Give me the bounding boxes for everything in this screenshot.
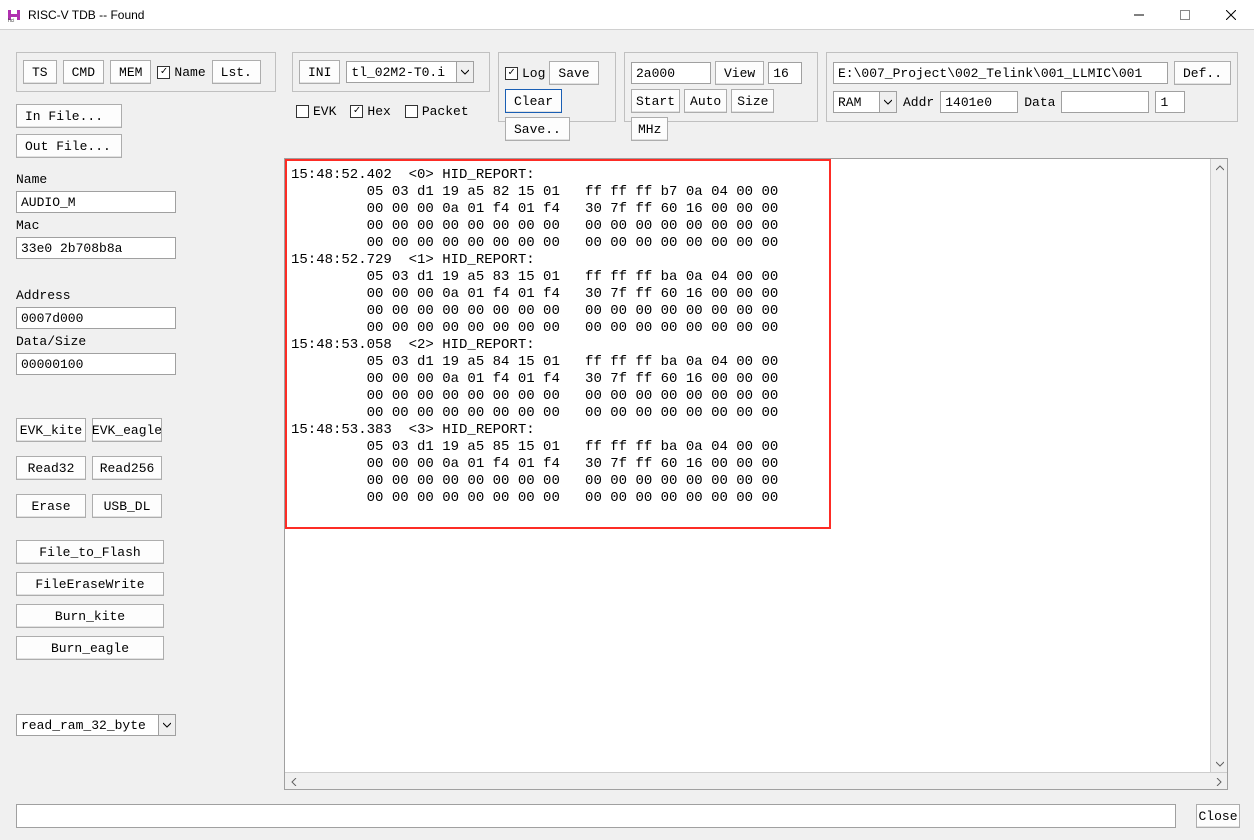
horizontal-scrollbar[interactable] — [285, 772, 1227, 789]
lst-button[interactable]: Lst. — [212, 60, 261, 84]
region-combo[interactable]: RAM — [833, 91, 897, 113]
mem-trailing-input[interactable] — [1155, 91, 1185, 113]
hex-checkbox[interactable]: ✓ Hex — [350, 104, 390, 119]
evk-label: EVK — [313, 104, 336, 119]
evk-eagle-button[interactable]: EVK_eagle — [92, 418, 162, 442]
vertical-scrollbar[interactable] — [1210, 159, 1227, 772]
addr-label: Addr — [903, 95, 934, 110]
save-button[interactable]: Save — [549, 61, 598, 85]
def-button[interactable]: Def.. — [1174, 61, 1231, 85]
packet-checkbox[interactable]: Packet — [405, 104, 469, 119]
panel-path-mem: Def.. RAM Addr Data — [826, 52, 1238, 122]
command-combo[interactable]: read_ram_32_byte — [16, 714, 176, 736]
evk-hex-packet-bar: EVK ✓ Hex Packet — [296, 104, 469, 119]
name-input[interactable] — [16, 191, 176, 213]
hex-label: Hex — [367, 104, 390, 119]
maximize-button[interactable] — [1162, 0, 1208, 30]
ini-file-combo[interactable]: tl_02M2-T0.i — [346, 61, 474, 83]
log-text[interactable]: 15:48:52.402 <0> HID_REPORT: 05 03 d1 19… — [285, 159, 1227, 515]
chevron-down-icon — [456, 62, 473, 82]
check-icon: ✓ — [350, 105, 363, 118]
auto-button[interactable]: Auto — [684, 89, 727, 113]
command-combo-value: read_ram_32_byte — [17, 718, 158, 733]
usb-dl-button[interactable]: USB_DL — [92, 494, 162, 518]
command-line-input[interactable] — [16, 804, 1176, 828]
ts-button[interactable]: TS — [23, 60, 57, 84]
file-to-flash-button[interactable]: File_to_Flash — [16, 540, 164, 564]
log-checkbox[interactable]: ✓ Log — [505, 66, 545, 81]
view-value-input[interactable] — [768, 62, 802, 84]
name-label: Name — [16, 172, 176, 187]
scroll-up-icon — [1211, 159, 1228, 176]
file-erase-write-button[interactable]: FileEraseWrite — [16, 572, 164, 596]
panel-ini: INI tl_02M2-T0.i — [292, 52, 490, 92]
name-checkbox[interactable]: ✓ Name — [157, 65, 205, 80]
clear-button[interactable]: Clear — [505, 89, 562, 113]
close-window-button[interactable] — [1208, 0, 1254, 30]
mem-addr-input[interactable] — [940, 91, 1018, 113]
svg-text:hci: hci — [8, 18, 14, 23]
panel-address: View Start Auto Size MHz — [624, 52, 818, 122]
mem-data-input[interactable] — [1061, 91, 1149, 113]
minimize-button[interactable] — [1116, 0, 1162, 30]
read32-button[interactable]: Read32 — [16, 456, 86, 480]
erase-button[interactable]: Erase — [16, 494, 86, 518]
mem-button[interactable]: MEM — [110, 60, 151, 84]
burn-kite-button[interactable]: Burn_kite — [16, 604, 164, 628]
app-icon: hci — [6, 7, 22, 23]
close-button[interactable]: Close — [1196, 804, 1240, 828]
evk-checkbox[interactable]: EVK — [296, 104, 336, 119]
view-button[interactable]: View — [715, 61, 764, 85]
check-icon — [296, 105, 309, 118]
scroll-left-icon — [285, 773, 302, 790]
check-icon: ✓ — [505, 67, 518, 80]
chevron-down-icon — [879, 92, 896, 112]
mhz-button[interactable]: MHz — [631, 117, 668, 141]
log-output: 15:48:52.402 <0> HID_REPORT: 05 03 d1 19… — [284, 158, 1228, 790]
check-icon: ✓ — [157, 66, 170, 79]
scroll-right-icon — [1210, 773, 1227, 790]
packet-label: Packet — [422, 104, 469, 119]
scroll-down-icon — [1211, 755, 1228, 772]
burn-eagle-button[interactable]: Burn_eagle — [16, 636, 164, 660]
data-label: Data — [1024, 95, 1055, 110]
check-icon — [405, 105, 418, 118]
mac-label: Mac — [16, 218, 176, 233]
project-path-input[interactable] — [833, 62, 1168, 84]
address-input[interactable] — [16, 307, 176, 329]
datasize-input[interactable] — [16, 353, 176, 375]
address-label: Address — [16, 288, 176, 303]
out-file-button[interactable]: Out File... — [16, 134, 122, 158]
client-area: TS CMD MEM ✓ Name Lst. INI tl_02M2-T0.i … — [0, 30, 1254, 840]
addr-input[interactable] — [631, 62, 711, 84]
mac-input[interactable] — [16, 237, 176, 259]
start-button[interactable]: Start — [631, 89, 680, 113]
window-title: RISC-V TDB -- Found — [28, 8, 144, 22]
datasize-label: Data/Size — [16, 334, 176, 349]
panel-log: ✓ Log Save Clear Save.. — [498, 52, 616, 122]
chevron-down-icon — [158, 715, 175, 735]
name-checkbox-label: Name — [174, 65, 205, 80]
region-value: RAM — [834, 95, 879, 110]
panel-ts-cmd-mem: TS CMD MEM ✓ Name Lst. — [16, 52, 276, 92]
cmd-button[interactable]: CMD — [63, 60, 104, 84]
log-checkbox-label: Log — [522, 66, 545, 81]
ini-button[interactable]: INI — [299, 60, 340, 84]
ini-file-value: tl_02M2-T0.i — [347, 65, 456, 80]
read256-button[interactable]: Read256 — [92, 456, 162, 480]
in-file-button[interactable]: In File... — [16, 104, 122, 128]
titlebar: hci RISC-V TDB -- Found — [0, 0, 1254, 30]
size-button[interactable]: Size — [731, 89, 774, 113]
save-as-button[interactable]: Save.. — [505, 117, 570, 141]
evk-kite-button[interactable]: EVK_kite — [16, 418, 86, 442]
